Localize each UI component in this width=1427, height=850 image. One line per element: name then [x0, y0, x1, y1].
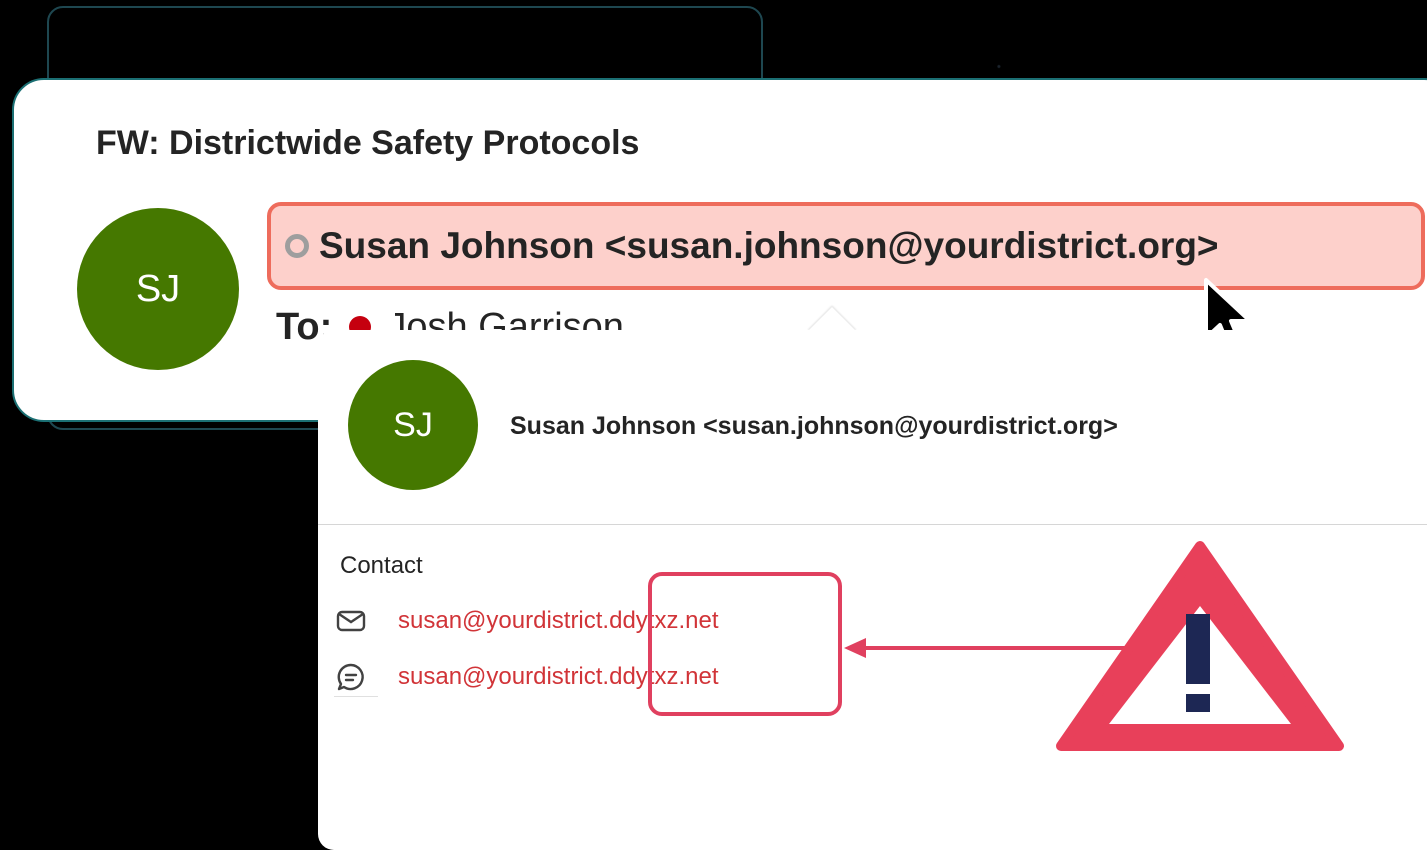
warning-triangle-icon — [1056, 541, 1344, 751]
sender-avatar[interactable]: SJ — [77, 208, 239, 370]
contact-avatar: SJ — [348, 360, 478, 490]
sender-display-name[interactable]: Susan Johnson <susan.johnson@yourdistric… — [319, 225, 1219, 267]
email-subject: FW: Districtwide Safety Protocols — [96, 124, 640, 162]
contact-avatar-initials: SJ — [393, 405, 433, 444]
mail-icon — [336, 606, 368, 636]
suspicious-domain-highlight — [648, 572, 842, 716]
underline — [334, 696, 378, 697]
presence-offline-icon — [285, 234, 309, 258]
contact-name: Susan Johnson <susan.johnson@yourdistric… — [510, 412, 1118, 440]
divider — [318, 524, 1427, 525]
contact-section-heading: Contact — [340, 552, 423, 579]
chat-icon — [336, 662, 368, 692]
sender-avatar-initials: SJ — [135, 267, 181, 310]
